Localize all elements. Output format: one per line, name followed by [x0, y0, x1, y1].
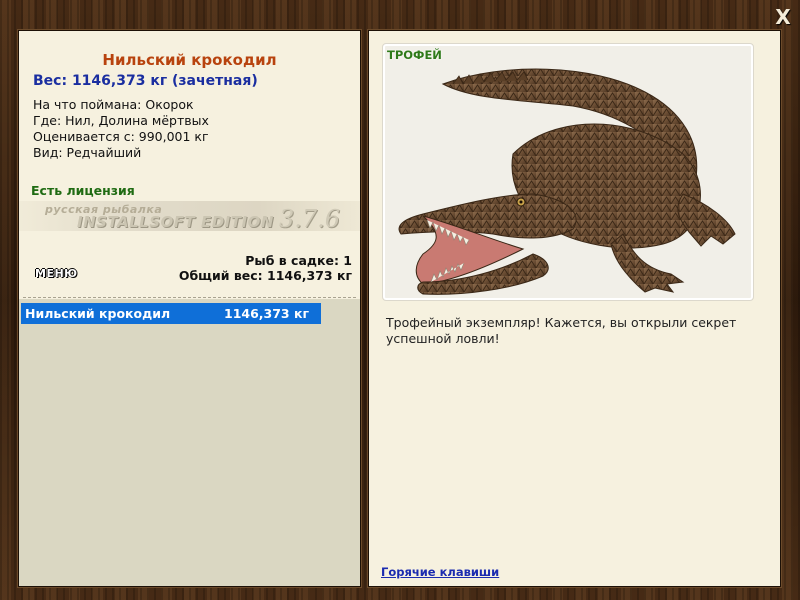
valuation-info: Оценивается с: 990,001 кг — [33, 129, 209, 144]
logo-edition: INSTALLSOFT EDITION — [77, 213, 274, 231]
hotkeys-link[interactable]: Горячие клавиши — [381, 565, 499, 579]
cage-summary: Рыб в садке: 1 Общий вес: 1146,373 кг — [179, 253, 352, 283]
cage-total-weight: Общий вес: 1146,373 кг — [178, 268, 352, 283]
close-button[interactable]: X — [772, 6, 794, 28]
crocodile-image — [398, 68, 736, 295]
catch-item-weight: 1146,373 кг — [224, 306, 309, 321]
menu-button[interactable]: МЕНЮ — [33, 267, 80, 280]
logo-version: 3.7.6 — [279, 205, 341, 233]
catch-item-name: Нильский крокодил — [25, 306, 171, 321]
catch-list-item[interactable]: Нильский крокодил 1146,373 кг — [21, 303, 321, 324]
bait-info: На что поймана: Окорок — [33, 97, 194, 112]
trophy-panel: ТРОФЕЙ Трофейный экземпляр! Кажется, вы … — [368, 30, 781, 587]
rarity-info: Вид: Редчайший — [33, 145, 142, 160]
license-status: Есть лицензия — [31, 183, 135, 198]
fish-title: Нильский крокодил — [102, 51, 277, 69]
trophy-description: Трофейный экземпляр! Кажется, вы открыли… — [386, 315, 737, 346]
fish-weight: Вес: 1146,373 кг (зачетная) — [33, 73, 258, 89]
trophy-image-frame: ТРОФЕЙ — [382, 43, 754, 301]
game-logo: русская рыбалка INSTALLSOFT EDITION 3.7.… — [19, 201, 360, 233]
catch-list[interactable]: Нильский крокодил 1146,373 кг — [19, 299, 360, 586]
cage-count: Рыб в садке: 1 — [245, 253, 352, 268]
fish-info-panel: Нильский крокодил Вес: 1146,373 кг (заче… — [18, 30, 361, 587]
location-info: Где: Нил, Долина мёртвых — [33, 113, 209, 128]
trophy-label: ТРОФЕЙ — [387, 48, 442, 62]
